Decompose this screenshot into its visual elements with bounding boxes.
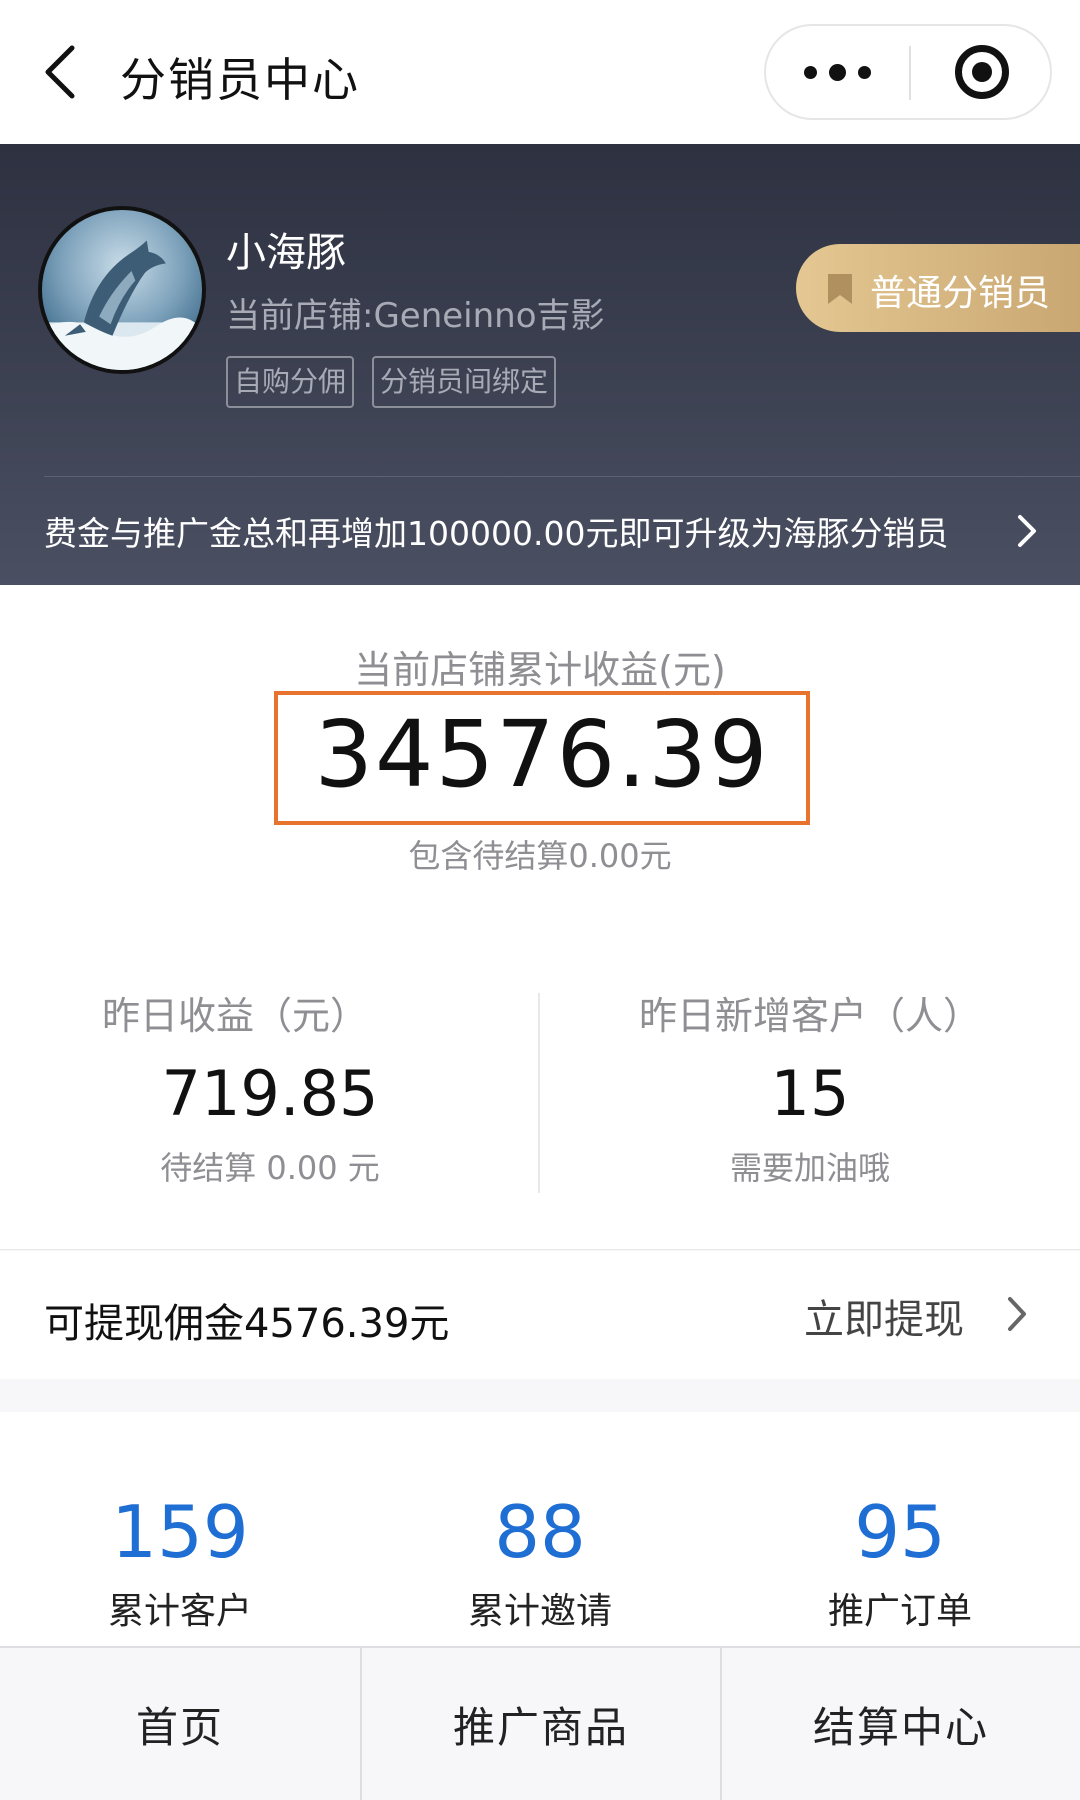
earnings-card: 当前店铺累计收益(元) 34576.39 包含待结算0.00元 昨日收益（元） … (0, 585, 1080, 1250)
tag-distributor-binding[interactable]: 分销员间绑定 (372, 356, 557, 408)
tab-settlement-center[interactable]: 结算中心 (720, 1648, 1080, 1800)
close-program-icon[interactable] (911, 26, 1052, 118)
bottom-tab-bar: 首页 推广商品 结算中心 (0, 1646, 1080, 1800)
total-customers-stat[interactable]: 159 累计客户 (0, 1490, 360, 1634)
chevron-right-icon (1018, 515, 1036, 547)
total-customers-value: 159 (111, 1490, 249, 1574)
yesterday-income-stat: 昨日收益（元） 719.85 待结算 0.00 元 (0, 985, 540, 1189)
promotion-orders-label: 推广订单 (827, 1591, 972, 1632)
yesterday-customers-value: 15 (770, 1057, 850, 1130)
bookmark-icon (828, 274, 852, 304)
upgrade-tip-text: 费金与推广金总和再增加100000.00元即可升级为海豚分销员 (44, 514, 949, 553)
distributor-level-badge[interactable]: 普通分销员 (796, 244, 1080, 332)
yesterday-customers-label: 昨日新增客户（人） (638, 994, 981, 1038)
tag-self-purchase-commission[interactable]: 自购分佣 (226, 356, 355, 408)
promotion-orders-stat[interactable]: 95 推广订单 (720, 1490, 1080, 1634)
highlight-box: 34576.39 (274, 691, 810, 825)
pending-settlement-text: 包含待结算0.00元 (408, 837, 672, 875)
mini-program-capsule (764, 24, 1052, 120)
promotion-orders-value: 95 (854, 1490, 946, 1574)
current-store: 当前店铺:Geneinno吉影 (226, 296, 605, 336)
level-label: 普通分销员 (870, 273, 1051, 314)
total-invites-value: 88 (494, 1490, 586, 1574)
total-invites-label: 累计邀请 (467, 1591, 612, 1632)
back-arrow-icon[interactable] (38, 42, 82, 102)
yesterday-customers-stat: 昨日新增客户（人） 15 需要加油哦 (540, 985, 1080, 1189)
withdraw-now-button[interactable]: 立即提现 (804, 1287, 1026, 1343)
withdraw-row: 可提现佣金4576.39元 立即提现 (0, 1251, 1080, 1379)
total-invites-stat[interactable]: 88 累计邀请 (360, 1490, 720, 1634)
chevron-right-icon (1008, 1297, 1026, 1331)
total-earnings-value: 34576.39 (314, 701, 770, 808)
withdraw-now-label: 立即提现 (804, 1297, 964, 1343)
yesterday-income-note: 待结算 0.00 元 (160, 1149, 380, 1187)
divider (0, 1249, 1080, 1250)
withdrawable-commission: 可提现佣金4576.39元 (44, 1301, 450, 1347)
yesterday-income-label: 昨日收益（元） (101, 994, 368, 1038)
yesterday-income-value: 719.85 (161, 1057, 379, 1130)
tab-home[interactable]: 首页 (0, 1648, 360, 1800)
tab-promoted-products[interactable]: 推广商品 (360, 1648, 720, 1800)
top-nav-bar: 分销员中心 (0, 0, 1080, 144)
total-customers-label: 累计客户 (107, 1591, 252, 1632)
summary-counts: 159 累计客户 88 累计邀请 95 推广订单 (0, 1412, 1080, 1646)
total-earnings-label: 当前店铺累计收益(元) (354, 648, 726, 692)
page-title: 分销员中心 (120, 53, 360, 107)
upgrade-tip-row[interactable]: 费金与推广金总和再增加100000.00元即可升级为海豚分销员 (0, 477, 1080, 585)
more-menu-icon[interactable] (766, 26, 909, 118)
yesterday-customers-note: 需要加油哦 (729, 1149, 890, 1187)
avatar[interactable] (38, 206, 206, 374)
user-name: 小海豚 (226, 230, 346, 276)
profile-header: 小海豚 当前店铺:Geneinno吉影 自购分佣 分销员间绑定 普通分销员 费金… (0, 144, 1080, 585)
